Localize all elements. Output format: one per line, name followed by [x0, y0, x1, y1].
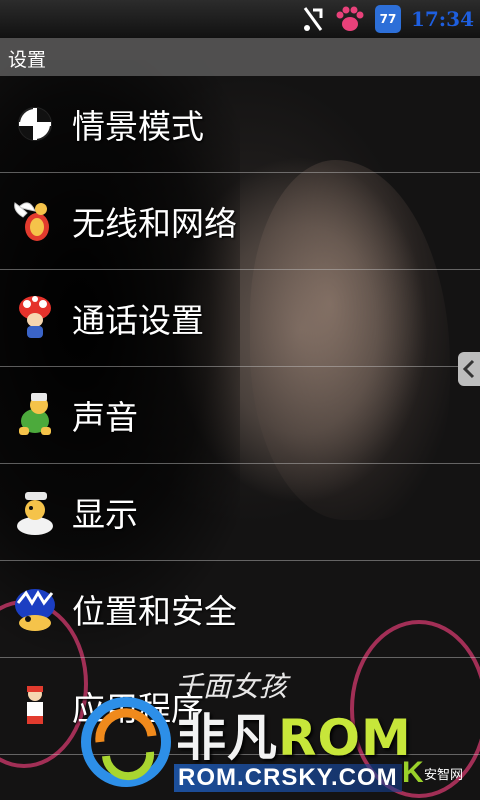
side-drawer-handle[interactable] [458, 352, 480, 386]
settings-item-label: 声音 [72, 398, 138, 437]
settings-item-label: 情景模式 [72, 107, 204, 146]
settings-screen: 千面女孩 77 17:34 设置 情景模式 无线和网络 通话设置 声音 显示 位… [0, 0, 480, 800]
brand-logo-icon [80, 696, 172, 788]
applications-icon [12, 683, 58, 729]
paw-icon [335, 5, 365, 33]
usb-debug-icon [301, 6, 325, 32]
settings-item-profile[interactable]: 情景模式 [0, 76, 480, 173]
settings-item-display[interactable]: 显示 [0, 464, 480, 561]
sound-icon [12, 392, 58, 438]
brand-title: 非凡ROM [176, 698, 412, 770]
call-icon [12, 295, 58, 341]
status-bar: 77 17:34 [0, 0, 480, 38]
battery-badge: 77 [374, 5, 401, 33]
settings-item-label: 通话设置 [72, 301, 204, 340]
settings-item-call[interactable]: 通话设置 [0, 270, 480, 367]
title-bar: 设置 [0, 38, 480, 76]
settings-item-label: 显示 [72, 495, 138, 534]
brand-url: ROM.CRSKY.COM [174, 764, 402, 792]
status-clock: 17:34 [410, 7, 474, 31]
settings-item-label: 无线和网络 [72, 204, 237, 243]
profile-icon [12, 101, 58, 147]
partner-k: K [402, 756, 424, 789]
settings-list: 情景模式 无线和网络 通话设置 声音 显示 位置和安全 应用程序 [0, 76, 480, 755]
wireless-icon [12, 198, 58, 244]
settings-item-location-security[interactable]: 位置和安全 [0, 561, 480, 658]
watermark: 非凡ROM ROM.CRSKY.COM K 安智网 [80, 690, 480, 800]
settings-item-wireless[interactable]: 无线和网络 [0, 173, 480, 270]
settings-item-sound[interactable]: 声音 [0, 367, 480, 464]
partner-name: 安智网 [424, 768, 464, 783]
arrow-left-icon [462, 359, 475, 379]
location-security-icon [12, 586, 58, 632]
settings-item-label: 位置和安全 [72, 592, 237, 631]
android-battery-icon: 77 [374, 5, 401, 33]
page-title: 设置 [8, 49, 47, 71]
status-icons: 77 17:34 [301, 4, 474, 34]
brand-en: ROM [278, 709, 412, 767]
brand-cn: 非凡 [176, 709, 278, 767]
display-icon [12, 489, 58, 535]
